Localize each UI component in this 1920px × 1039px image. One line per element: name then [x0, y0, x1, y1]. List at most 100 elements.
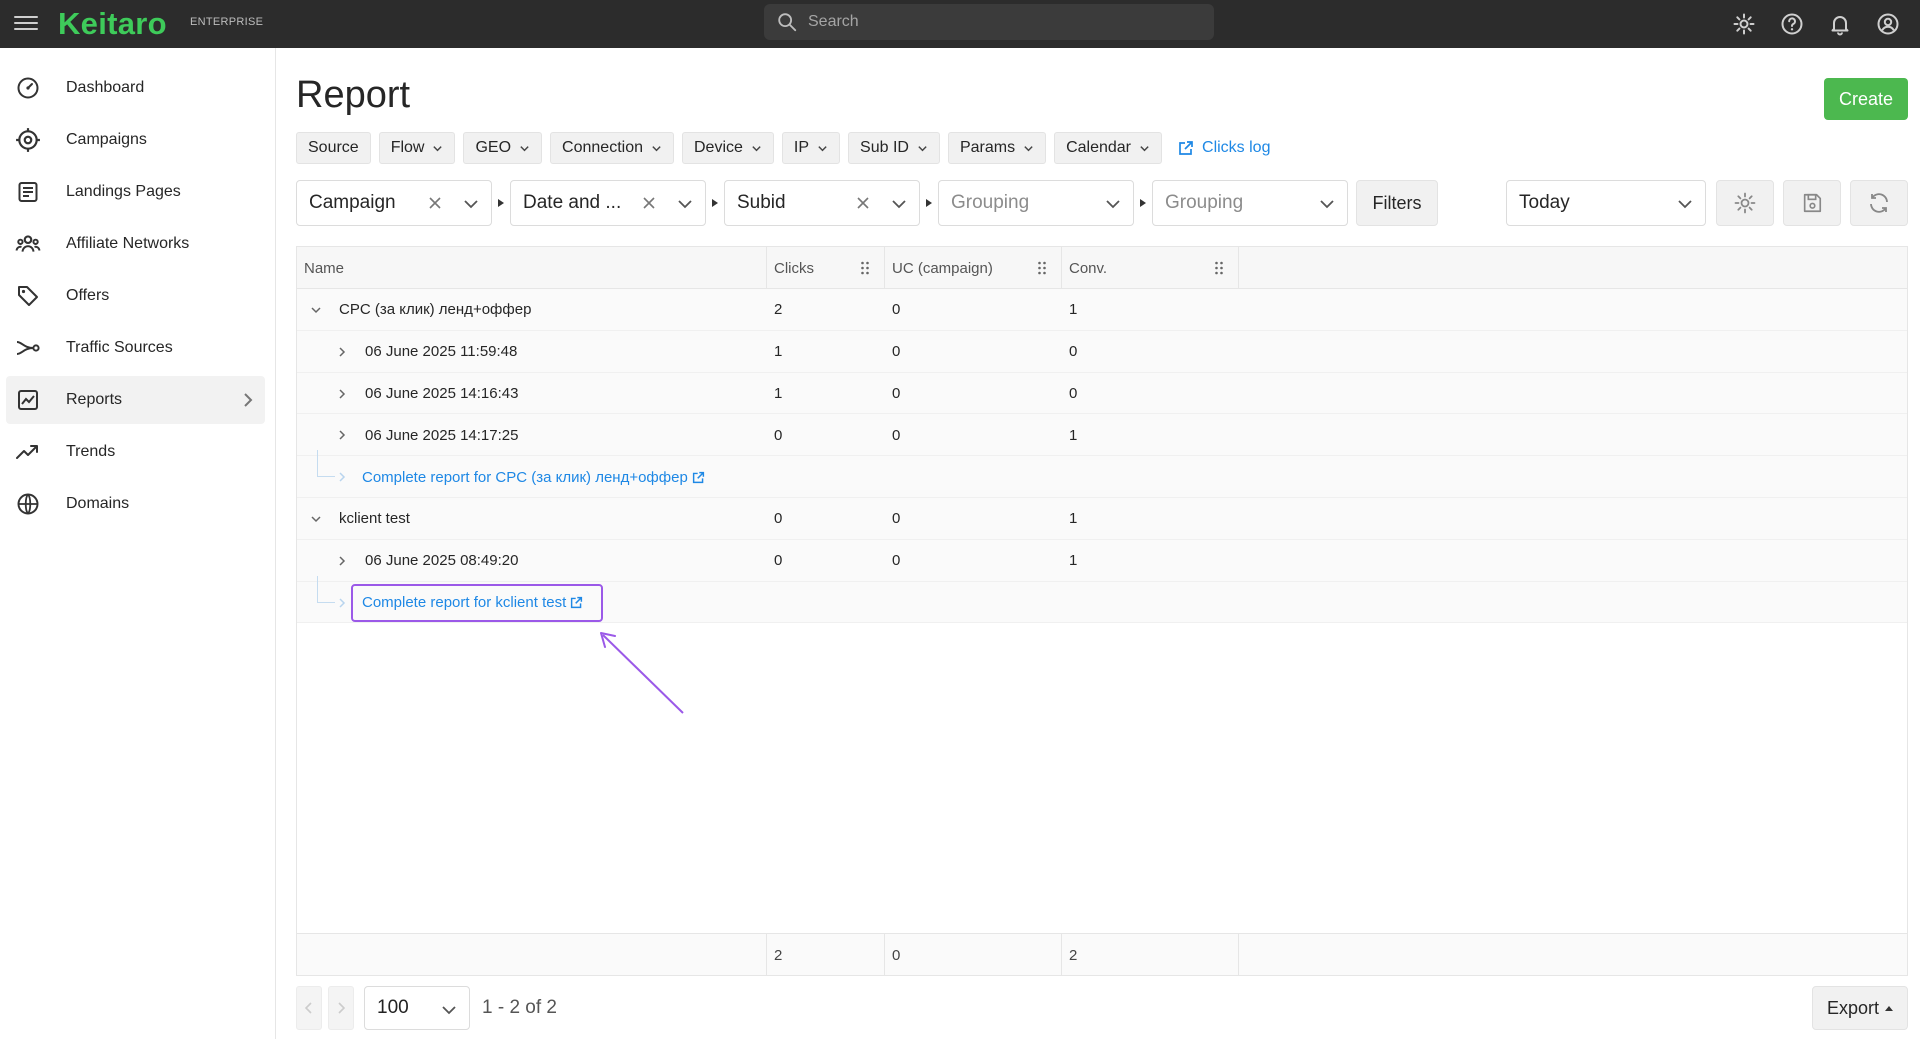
chevron-down-icon	[520, 145, 529, 151]
chevron-right-icon	[339, 472, 346, 482]
complete-report-link[interactable]: Complete report for CPC (за клик) ленд+о…	[362, 469, 705, 486]
sidebar-item-offers[interactable]: Offers	[6, 272, 265, 320]
drag-handle-icon[interactable]	[1037, 261, 1047, 275]
pagination: 100 1 - 2 of 2	[296, 986, 557, 1030]
chip-flow[interactable]: Flow	[378, 132, 456, 164]
chevron-down-icon	[1106, 200, 1120, 209]
cell-clicks: 1	[774, 384, 783, 402]
chip-label: Calendar	[1066, 139, 1132, 156]
column-header-conv[interactable]: Conv.	[1062, 247, 1239, 289]
chevron-right-icon[interactable]	[335, 554, 349, 568]
sidebar-item-traffic-sources[interactable]: Traffic Sources	[6, 324, 265, 372]
caret-right-icon	[920, 180, 938, 226]
period-value: Today	[1519, 192, 1570, 213]
chip-device[interactable]: Device	[682, 132, 774, 164]
search-input[interactable]	[808, 13, 1188, 31]
chip-connection[interactable]: Connection	[550, 132, 674, 164]
page-size-select[interactable]: 100	[364, 986, 470, 1030]
tree-line	[317, 575, 335, 603]
sidebar-item-reports[interactable]: Reports	[6, 376, 265, 424]
filters-button[interactable]: Filters	[1356, 180, 1438, 226]
help-icon[interactable]	[1778, 10, 1806, 38]
sidebar-item-dashboard[interactable]: Dashboard	[6, 64, 265, 112]
chevron-right-icon	[339, 598, 346, 608]
chevron-right-icon[interactable]	[335, 345, 349, 359]
bell-icon[interactable]	[1826, 10, 1854, 38]
search-box[interactable]	[764, 4, 1214, 40]
chip-source[interactable]: Source	[296, 132, 371, 164]
clear-icon[interactable]	[425, 193, 445, 213]
chip-label: Source	[308, 139, 359, 156]
column-header-label: Name	[304, 259, 345, 277]
sidebar-item-landings-pages[interactable]: Landings Pages	[6, 168, 265, 216]
page-title: Report	[296, 74, 411, 116]
table-row[interactable]: 06 June 2025 14:16:43 1 0 0	[297, 372, 1907, 415]
clear-icon[interactable]	[639, 193, 659, 213]
chevron-down-icon[interactable]	[309, 303, 323, 317]
grouping-select-empty-2[interactable]: Grouping	[1152, 180, 1348, 226]
refresh-button[interactable]	[1850, 180, 1908, 226]
grouping-bar: Campaign Date and ... Subid Grouping Gro…	[296, 180, 1438, 226]
grouping-select-subid[interactable]: Subid	[724, 180, 920, 226]
table-row[interactable]: CPC (за клик) ленд+оффер 2 0 1	[297, 289, 1907, 331]
drag-handle-icon[interactable]	[860, 261, 870, 275]
sidebar-item-label: Affiliate Networks	[66, 235, 190, 252]
sidebar-item-label: Domains	[66, 495, 130, 512]
chevron-down-icon[interactable]	[309, 512, 323, 526]
drag-handle-icon[interactable]	[1214, 261, 1224, 275]
column-settings-button[interactable]	[1716, 180, 1774, 226]
chevron-right-icon[interactable]	[335, 387, 349, 401]
chip-ip[interactable]: IP	[781, 132, 841, 164]
account-icon[interactable]	[1874, 10, 1902, 38]
sidebar-item-label: Campaigns	[66, 131, 147, 148]
create-button[interactable]: Create	[1824, 78, 1908, 120]
page-size-value: 100	[377, 997, 409, 1018]
gear-icon[interactable]	[1730, 10, 1758, 38]
grouping-placeholder: Grouping	[951, 192, 1030, 213]
refresh-icon	[1870, 193, 1888, 213]
chip-sub-id[interactable]: Sub ID	[848, 132, 940, 164]
table-row[interactable]: 06 June 2025 08:49:20 0 0 1	[297, 539, 1907, 582]
grouping-select-campaign[interactable]: Campaign	[296, 180, 492, 226]
column-header-uc[interactable]: UC (campaign)	[885, 247, 1062, 289]
chart-icon	[14, 386, 42, 414]
grouping-select-empty-1[interactable]: Grouping	[938, 180, 1134, 226]
cell-uc: 0	[892, 343, 901, 361]
table-row[interactable]: kclient test 0 0 1	[297, 497, 1907, 540]
table-row[interactable]: 06 June 2025 14:17:25 0 0 1	[297, 414, 1907, 457]
edition-label: ENTERPRISE	[190, 16, 264, 28]
sidebar-item-domains[interactable]: Domains	[6, 480, 265, 528]
sidebar-item-campaigns[interactable]: Campaigns	[6, 116, 265, 164]
chip-label: Connection	[562, 139, 643, 156]
chip-calendar[interactable]: Calendar	[1054, 132, 1163, 164]
chevron-down-icon	[818, 145, 827, 151]
sidebar-item-affiliate-networks[interactable]: Affiliate Networks	[6, 220, 265, 268]
chip-label: Device	[694, 139, 743, 156]
prev-page-button[interactable]	[296, 986, 322, 1030]
next-page-button[interactable]	[328, 986, 354, 1030]
chip-params[interactable]: Params	[947, 132, 1047, 164]
clicks-log-link[interactable]: Clicks log	[1178, 139, 1270, 157]
chip-label: Params	[959, 139, 1016, 156]
period-select[interactable]: Today	[1506, 180, 1706, 226]
table-row[interactable]: 06 June 2025 11:59:48 1 0 0	[297, 330, 1907, 373]
sidebar-item-label: Traffic Sources	[66, 339, 173, 356]
people-icon	[14, 230, 42, 258]
column-header-clicks[interactable]: Clicks	[767, 247, 885, 289]
column-header-name[interactable]: Name	[297, 247, 767, 289]
sidebar-item-label: Offers	[66, 287, 110, 304]
menu-icon[interactable]	[14, 12, 38, 36]
cell-name: 06 June 2025 08:49:20	[365, 552, 519, 570]
logo[interactable]: Keitaro	[58, 6, 167, 42]
tags-icon	[14, 282, 42, 310]
grouping-select-date[interactable]: Date and ...	[510, 180, 706, 226]
clear-icon[interactable]	[853, 193, 873, 213]
save-report-button[interactable]	[1783, 180, 1841, 226]
chevron-right-icon[interactable]	[335, 428, 349, 442]
chip-geo[interactable]: GEO	[463, 132, 543, 164]
sidebar-item-trends[interactable]: Trends	[6, 428, 265, 476]
chip-label: GEO	[475, 139, 512, 156]
cell-clicks: 1	[774, 343, 783, 361]
export-button[interactable]: Export	[1812, 986, 1908, 1030]
chip-label: Sub ID	[860, 139, 909, 156]
